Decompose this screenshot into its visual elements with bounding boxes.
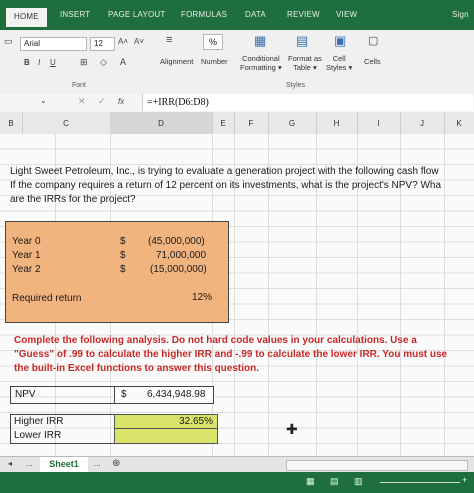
styles-group-label: Styles bbox=[286, 82, 306, 89]
column-header-f[interactable]: F bbox=[234, 112, 269, 134]
column-header-i[interactable]: I bbox=[357, 112, 401, 134]
cells-button[interactable]: Cells bbox=[364, 57, 381, 66]
borders-icon[interactable]: ⊞ bbox=[80, 57, 88, 68]
conditional-formatting-icon[interactable]: ▦ bbox=[254, 33, 266, 49]
year-2-cash-flow[interactable]: (15,000,000) bbox=[150, 264, 207, 275]
column-header-g[interactable]: G bbox=[268, 112, 317, 134]
cells-icon[interactable]: ▢ bbox=[368, 34, 378, 47]
cell-styles-icon[interactable]: ▣ bbox=[334, 33, 346, 49]
column-header-e[interactable]: E bbox=[212, 112, 235, 134]
horizontal-scrollbar[interactable] bbox=[286, 460, 468, 471]
tab-data[interactable]: DATA bbox=[245, 10, 266, 19]
year-1-cash-flow[interactable]: 71,000,000 bbox=[156, 250, 206, 261]
column-header-c[interactable]: C bbox=[22, 112, 111, 134]
dollar-sign: $ bbox=[121, 389, 127, 400]
higher-irr-label: Higher IRR bbox=[14, 416, 64, 427]
column-header-h[interactable]: H bbox=[316, 112, 358, 134]
page-break-view-icon[interactable]: ▥ bbox=[354, 476, 363, 487]
name-box-dropdown-icon[interactable]: ⌄ bbox=[40, 96, 47, 105]
number-button[interactable]: Number bbox=[201, 57, 228, 66]
cell-styles-button[interactable]: Cell Styles ▾ bbox=[326, 54, 352, 72]
dollar-sign: $ bbox=[120, 236, 126, 247]
year-0-cash-flow[interactable]: (45,000,000) bbox=[148, 236, 205, 247]
tab-home[interactable]: HOME bbox=[6, 8, 47, 27]
conditional-label: Conditional bbox=[242, 54, 280, 63]
add-sheet-icon[interactable]: ⊕ bbox=[112, 458, 120, 469]
font-color-icon[interactable]: A bbox=[120, 57, 126, 67]
function-icon[interactable]: fx bbox=[118, 97, 124, 106]
required-return-label: Required return bbox=[12, 293, 82, 304]
npv-value-cell[interactable]: $ 6,434,948.98 bbox=[114, 386, 214, 404]
cursor-cross-icon: ✚ bbox=[286, 421, 298, 437]
formula-text: =+IRR(D6:D8) bbox=[147, 97, 209, 108]
format-as-table-button[interactable]: Format as Table ▾ bbox=[288, 54, 322, 72]
font-size-select[interactable]: 12 bbox=[90, 37, 115, 51]
sheets-ellipsis[interactable]: ... bbox=[26, 459, 33, 468]
alignment-button[interactable]: Alignment bbox=[160, 57, 193, 66]
italic-button[interactable]: I bbox=[38, 58, 40, 67]
underline-button[interactable]: U bbox=[50, 58, 56, 67]
bold-button[interactable]: B bbox=[24, 58, 30, 67]
column-header-b[interactable]: B bbox=[0, 112, 23, 134]
ribbon-toolbar: ▭ Arial 12 A˄ A˅ B I U ⊞ ◇ A Font ≡ Alig… bbox=[0, 30, 474, 95]
npv-value: 6,434,948.98 bbox=[147, 389, 206, 400]
instruction-line-1: Complete the following analysis. Do not … bbox=[14, 335, 417, 346]
problem-text-line-3: are the IRRs for the project? bbox=[10, 194, 136, 205]
tab-formulas[interactable]: FORMULAS bbox=[181, 10, 227, 19]
alignment-icon[interactable]: ≡ bbox=[166, 34, 172, 46]
zoom-in-icon[interactable]: + bbox=[462, 475, 467, 485]
decrease-font-icon[interactable]: A˅ bbox=[134, 37, 144, 46]
column-header-d[interactable]: D bbox=[110, 112, 213, 134]
table-label: Table bbox=[292, 63, 311, 72]
paste-icon[interactable]: ▭ bbox=[4, 36, 13, 47]
cell-label: Cell bbox=[332, 54, 346, 63]
dollar-sign: $ bbox=[120, 250, 126, 261]
ribbon-tab-bar: HOME INSERT PAGE LAYOUT FORMULAS DATA RE… bbox=[0, 0, 474, 30]
required-return-value[interactable]: 12% bbox=[192, 292, 212, 303]
tab-page-layout[interactable]: PAGE LAYOUT bbox=[108, 10, 165, 19]
scroll-left-icon[interactable]: ◂ bbox=[8, 459, 12, 468]
column-header-j[interactable]: J bbox=[400, 112, 445, 134]
format-as-table-icon[interactable]: ▤ bbox=[296, 33, 308, 49]
year-2-label: Year 2 bbox=[12, 264, 41, 275]
normal-view-icon[interactable]: ▦ bbox=[306, 476, 315, 487]
page-layout-view-icon[interactable]: ▤ bbox=[330, 476, 339, 487]
formatting-label: Formatting bbox=[240, 63, 276, 72]
conditional-formatting-button[interactable]: Conditional Formatting ▾ bbox=[240, 54, 282, 72]
tab-view[interactable]: VIEW bbox=[336, 10, 357, 19]
sheet-tab-bar: ◂ ... Sheet1 ... ⊕ bbox=[0, 456, 474, 474]
increase-font-icon[interactable]: A˄ bbox=[118, 37, 128, 46]
sign-in-link[interactable]: Sign bbox=[452, 10, 469, 19]
lower-irr-label: Lower IRR bbox=[14, 430, 62, 441]
higher-irr-value: 32.65% bbox=[179, 416, 213, 427]
formula-input[interactable]: =+IRR(D6:D8) bbox=[142, 94, 473, 111]
npv-label-cell[interactable]: NPV bbox=[10, 386, 115, 404]
font-group-label: Font bbox=[72, 82, 87, 89]
tab-review[interactable]: REVIEW bbox=[287, 10, 320, 19]
problem-text-line-1: Light Sweet Petroleum, Inc., is trying t… bbox=[10, 166, 439, 177]
enter-icon[interactable]: ✓ bbox=[98, 96, 106, 107]
instruction-line-3: the built-in Excel functions to answer t… bbox=[14, 363, 260, 374]
lower-irr-cell[interactable] bbox=[114, 428, 218, 444]
zoom-slider[interactable] bbox=[380, 482, 460, 483]
column-header-row: B C D E F G H I J K bbox=[0, 112, 474, 135]
year-1-label: Year 1 bbox=[12, 250, 41, 261]
problem-text-line-2: If the company requires a return of 12 p… bbox=[10, 180, 442, 191]
sheets-ellipsis[interactable]: ... bbox=[94, 459, 101, 468]
font-name-select[interactable]: Arial bbox=[20, 37, 87, 51]
formula-bar: ⌄ ✕ ✓ fx =+IRR(D6:D8) bbox=[0, 94, 474, 113]
instruction-line-2: "Guess" of .99 to calculate the higher I… bbox=[14, 349, 448, 360]
status-bar: ▦ ▤ ▥ + bbox=[0, 472, 474, 493]
format-as-label: Format as bbox=[288, 54, 322, 63]
npv-label: NPV bbox=[15, 389, 36, 400]
year-0-label: Year 0 bbox=[12, 236, 41, 247]
percent-style-button[interactable]: % bbox=[203, 34, 223, 50]
styles-label: Styles bbox=[326, 63, 347, 72]
column-header-k[interactable]: K bbox=[444, 112, 474, 134]
tab-insert[interactable]: INSERT bbox=[60, 10, 90, 19]
cancel-icon[interactable]: ✕ bbox=[78, 96, 86, 107]
dollar-sign: $ bbox=[120, 264, 126, 275]
fill-color-icon[interactable]: ◇ bbox=[100, 57, 107, 68]
